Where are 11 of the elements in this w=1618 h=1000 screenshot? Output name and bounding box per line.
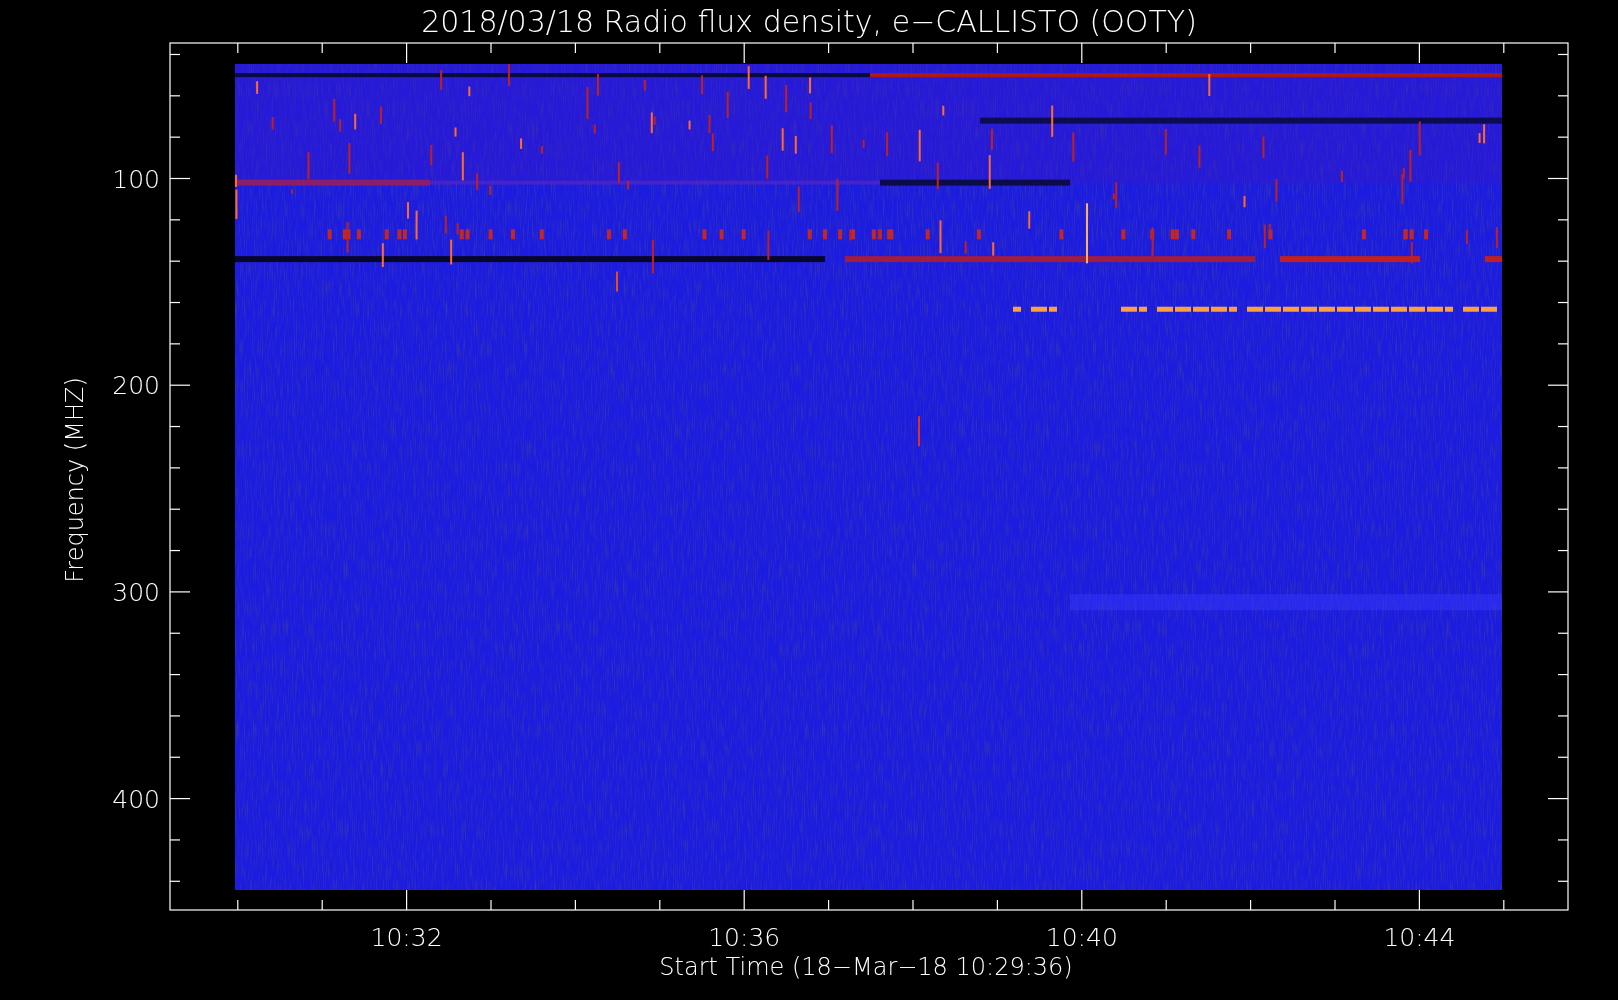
tick-label: 10:36	[708, 923, 781, 952]
tick-label: 200	[112, 371, 160, 401]
tick-label: 10:40	[1045, 923, 1118, 952]
tick-label: 10:32	[370, 923, 443, 952]
tick-label: 300	[112, 577, 160, 607]
tick-label: 100	[112, 164, 160, 194]
plot-title: 2018/03/18 Radio flux density, e−CALLISTO (OOTY)	[421, 4, 1197, 39]
tick-label: 10:44	[1383, 923, 1456, 952]
axis-label: Start Time (18−Mar−18 10:29:36)	[659, 953, 1073, 981]
tick-label: 400	[112, 784, 160, 814]
axis-label: Frequency (MHZ)	[61, 377, 89, 583]
